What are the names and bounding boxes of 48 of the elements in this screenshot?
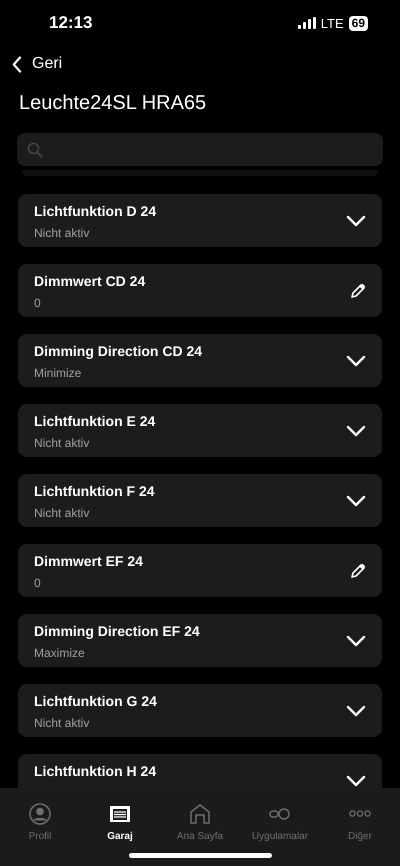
chevron-down-icon[interactable] bbox=[346, 424, 366, 436]
status-time: 12:13 bbox=[49, 13, 92, 33]
setting-title: Lichtfunktion H 24 bbox=[34, 763, 156, 779]
network-label: LTE bbox=[320, 16, 344, 30]
setting-title: Dimmwert EF 24 bbox=[34, 553, 143, 569]
pencil-icon[interactable] bbox=[350, 562, 366, 578]
setting-value: 0 bbox=[34, 576, 42, 590]
setting-card[interactable]: Dimming Direction EF 24 Maximize bbox=[18, 614, 382, 667]
setting-value: Nicht aktiv bbox=[34, 506, 90, 520]
chevron-left-icon bbox=[12, 56, 22, 72]
chevron-down-icon[interactable] bbox=[346, 634, 366, 646]
page-title: Leuchte24SL HRA65 bbox=[18, 91, 208, 116]
chevron-down-icon[interactable] bbox=[346, 494, 366, 506]
tab-item[interactable]: Garaj bbox=[80, 802, 160, 842]
setting-card[interactable]: Lichtfunktion G 24 Nicht aktiv bbox=[18, 684, 382, 737]
setting-title: Dimming Direction CD 24 bbox=[34, 343, 202, 359]
pencil-icon[interactable] bbox=[350, 282, 366, 298]
battery-level: 69 bbox=[348, 16, 368, 30]
setting-card[interactable]: Lichtfunktion E 24 Nicht aktiv bbox=[18, 404, 382, 457]
house-icon bbox=[188, 802, 212, 826]
setting-title: Dimmwert CD 24 bbox=[34, 273, 146, 289]
setting-value: Nicht aktiv bbox=[34, 226, 90, 240]
setting-card[interactable]: Dimmwert EF 24 0 bbox=[18, 544, 382, 597]
dots-icon bbox=[349, 810, 371, 817]
setting-value: Nicht aktiv bbox=[34, 716, 90, 730]
setting-card[interactable]: Dimmwert CD 24 0 bbox=[18, 264, 382, 317]
back-button[interactable]: Geri bbox=[12, 55, 62, 73]
setting-value: 0 bbox=[34, 296, 42, 310]
setting-value: Minimize bbox=[34, 366, 82, 380]
search-field[interactable] bbox=[17, 133, 383, 166]
signal-icon bbox=[298, 17, 316, 29]
chevron-down-icon[interactable] bbox=[346, 774, 366, 786]
person-icon bbox=[28, 802, 52, 826]
setting-title: Lichtfunktion G 24 bbox=[34, 693, 157, 709]
setting-card[interactable]: Dimming Direction CD 24 Minimize bbox=[18, 334, 382, 387]
setting-card[interactable]: Lichtfunktion F 24 Nicht aktiv bbox=[18, 474, 382, 527]
setting-title: Lichtfunktion E 24 bbox=[34, 413, 156, 429]
setting-value: Nicht aktiv bbox=[34, 436, 90, 450]
setting-card[interactable]: Lichtfunktion D 24 Nicht aktiv bbox=[18, 194, 382, 247]
setting-title: Lichtfunktion D 24 bbox=[34, 203, 156, 219]
chevron-down-icon[interactable] bbox=[346, 214, 366, 226]
setting-value: Maximize bbox=[34, 646, 86, 660]
setting-title: Lichtfunktion F 24 bbox=[34, 483, 155, 499]
setting-card[interactable]: Lichtfunktion H 24 bbox=[18, 754, 382, 788]
chevron-down-icon[interactable] bbox=[346, 354, 366, 366]
search-icon bbox=[27, 142, 43, 158]
setting-title: Dimming Direction EF 24 bbox=[34, 623, 200, 639]
chevron-down-icon[interactable] bbox=[346, 704, 366, 716]
